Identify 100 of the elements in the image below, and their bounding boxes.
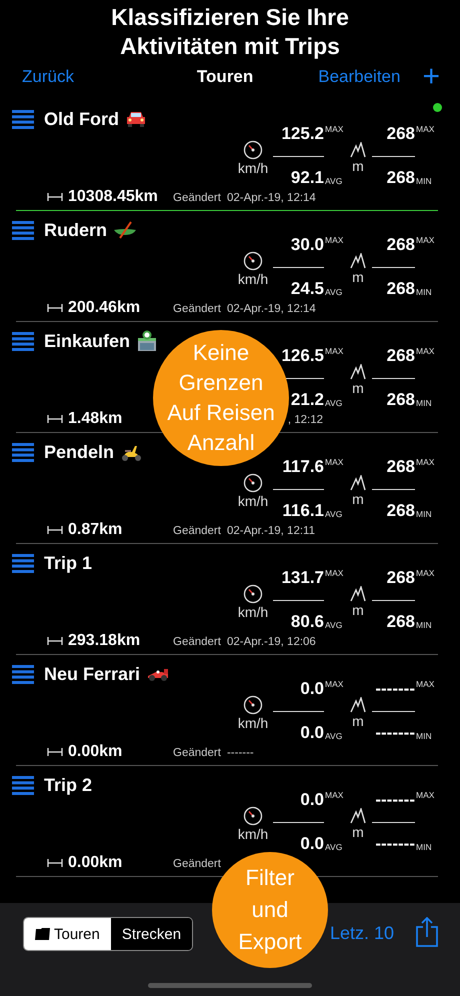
max-label: MAX bbox=[415, 235, 436, 247]
menu-icon[interactable] bbox=[12, 220, 34, 240]
min-altitude: 268 bbox=[386, 501, 415, 521]
distance: 0.00km bbox=[68, 743, 122, 761]
avg-label: AVG bbox=[324, 175, 344, 188]
car-icon bbox=[125, 110, 147, 128]
max-altitude: 268 bbox=[386, 568, 415, 588]
max-label: MAX bbox=[415, 124, 436, 136]
trip-name: Trip 1 bbox=[44, 552, 92, 574]
altitude-unit: m bbox=[352, 269, 364, 285]
max-speed: 0.0 bbox=[299, 790, 324, 810]
status-dot bbox=[433, 103, 442, 112]
menu-icon[interactable] bbox=[12, 776, 34, 794]
menu-icon[interactable] bbox=[12, 554, 34, 572]
recent-button[interactable]: Letz. 10 bbox=[330, 923, 394, 944]
trip-name: Trip 2 bbox=[44, 774, 92, 796]
mountain-icon bbox=[350, 697, 366, 713]
avg-label: AVG bbox=[324, 286, 344, 299]
min-label: MIN bbox=[415, 286, 433, 299]
distance: 1.48km bbox=[68, 410, 122, 428]
mountain-icon bbox=[350, 808, 366, 824]
distance-icon bbox=[47, 415, 63, 423]
min-altitude: ------- bbox=[374, 834, 415, 854]
speed-unit: km/h bbox=[238, 271, 268, 287]
max-altitude: 268 bbox=[386, 235, 415, 255]
changed-date: ------- bbox=[226, 747, 254, 759]
max-altitude: 268 bbox=[386, 346, 415, 366]
avg-label: AVG bbox=[324, 397, 344, 410]
headline: Klassifizieren Sie Ihre Aktivitäten mit Trips bbox=[110, 3, 350, 61]
changed-label: Geändert bbox=[173, 525, 221, 537]
speed-unit: km/h bbox=[238, 826, 268, 842]
edit-button[interactable]: Bearbeiten bbox=[318, 67, 400, 87]
changed-date: , 12:12 bbox=[288, 414, 323, 426]
back-button[interactable]: Zurück bbox=[22, 67, 74, 87]
trip-name: Pendeln bbox=[44, 442, 114, 462]
distance: 293.18km bbox=[68, 632, 140, 650]
max-label: MAX bbox=[415, 457, 436, 469]
average-speed: 24.5 bbox=[290, 279, 324, 299]
distance-icon bbox=[47, 859, 63, 867]
folder-icon bbox=[35, 927, 51, 941]
max-label: MAX bbox=[324, 679, 344, 691]
distance: 200.46km bbox=[68, 299, 140, 317]
changed-date: 02-Apr.-19, 12:14 bbox=[226, 303, 316, 315]
changed-date: 02-Apr.-19, 12:06 bbox=[226, 636, 316, 648]
menu-icon[interactable] bbox=[12, 332, 34, 350]
race-car-icon bbox=[146, 666, 170, 682]
speed-unit: km/h bbox=[238, 160, 268, 176]
max-speed: 0.0 bbox=[299, 679, 324, 699]
speedometer-icon bbox=[243, 806, 263, 826]
changed-date: 02-Apr.-19, 12:11 bbox=[226, 525, 315, 537]
avg-label: AVG bbox=[324, 508, 344, 521]
mountain-icon bbox=[350, 142, 366, 158]
menu-icon[interactable] bbox=[12, 110, 34, 128]
average-speed: 92.1 bbox=[290, 168, 324, 188]
max-speed: 30.0 bbox=[290, 235, 324, 255]
altitude-unit: m bbox=[352, 491, 364, 507]
min-altitude: 268 bbox=[386, 612, 415, 632]
speed-unit: km/h bbox=[238, 493, 268, 509]
min-label: MIN bbox=[415, 619, 433, 632]
canoe-icon bbox=[113, 221, 137, 239]
altitude-unit: m bbox=[352, 713, 364, 729]
changed-label: Geändert bbox=[173, 303, 221, 315]
changed-label: Geändert bbox=[173, 192, 221, 204]
avg-label: AVG bbox=[324, 841, 344, 854]
changed-label: Geändert bbox=[173, 747, 221, 759]
segment-tab[interactable]: Touren bbox=[24, 918, 111, 950]
average-speed: 21.2 bbox=[290, 390, 324, 410]
changed-date: 02-Apr.-19, 12:14 bbox=[226, 192, 316, 204]
altitude-unit: m bbox=[352, 602, 364, 618]
avg-label: AVG bbox=[324, 619, 344, 632]
trip-name: Neu Ferrari bbox=[44, 664, 140, 684]
speedometer-icon bbox=[243, 584, 263, 604]
average-speed: 0.0 bbox=[299, 723, 324, 743]
altitude-unit: m bbox=[352, 158, 364, 174]
share-icon[interactable] bbox=[416, 917, 438, 947]
max-altitude: ------- bbox=[374, 679, 415, 699]
mountain-icon bbox=[350, 475, 366, 491]
changed-label: Geändert bbox=[173, 636, 221, 648]
altitude-unit: m bbox=[352, 380, 364, 396]
average-speed: 0.0 bbox=[299, 834, 324, 854]
speedometer-icon bbox=[243, 140, 263, 160]
speedometer-icon bbox=[243, 473, 263, 493]
speedometer-icon bbox=[243, 251, 263, 271]
add-button[interactable]: + bbox=[422, 63, 440, 91]
menu-icon[interactable] bbox=[12, 442, 34, 462]
trip-name: Rudern bbox=[44, 220, 107, 240]
avg-label: AVG bbox=[324, 730, 344, 743]
trip-name: Einkaufen bbox=[44, 330, 130, 352]
max-label: MAX bbox=[324, 346, 344, 358]
distance-icon bbox=[47, 748, 63, 756]
max-label: MAX bbox=[324, 568, 344, 580]
menu-icon[interactable] bbox=[12, 664, 34, 684]
max-speed: 125.2 bbox=[280, 124, 324, 144]
distance: 10308.45km bbox=[68, 188, 158, 206]
min-altitude: 268 bbox=[386, 168, 415, 188]
mountain-icon bbox=[350, 586, 366, 602]
distance-icon bbox=[47, 304, 63, 312]
mountain-icon bbox=[350, 253, 366, 269]
max-speed: 126.5 bbox=[280, 346, 324, 366]
altitude-unit: m bbox=[352, 824, 364, 840]
